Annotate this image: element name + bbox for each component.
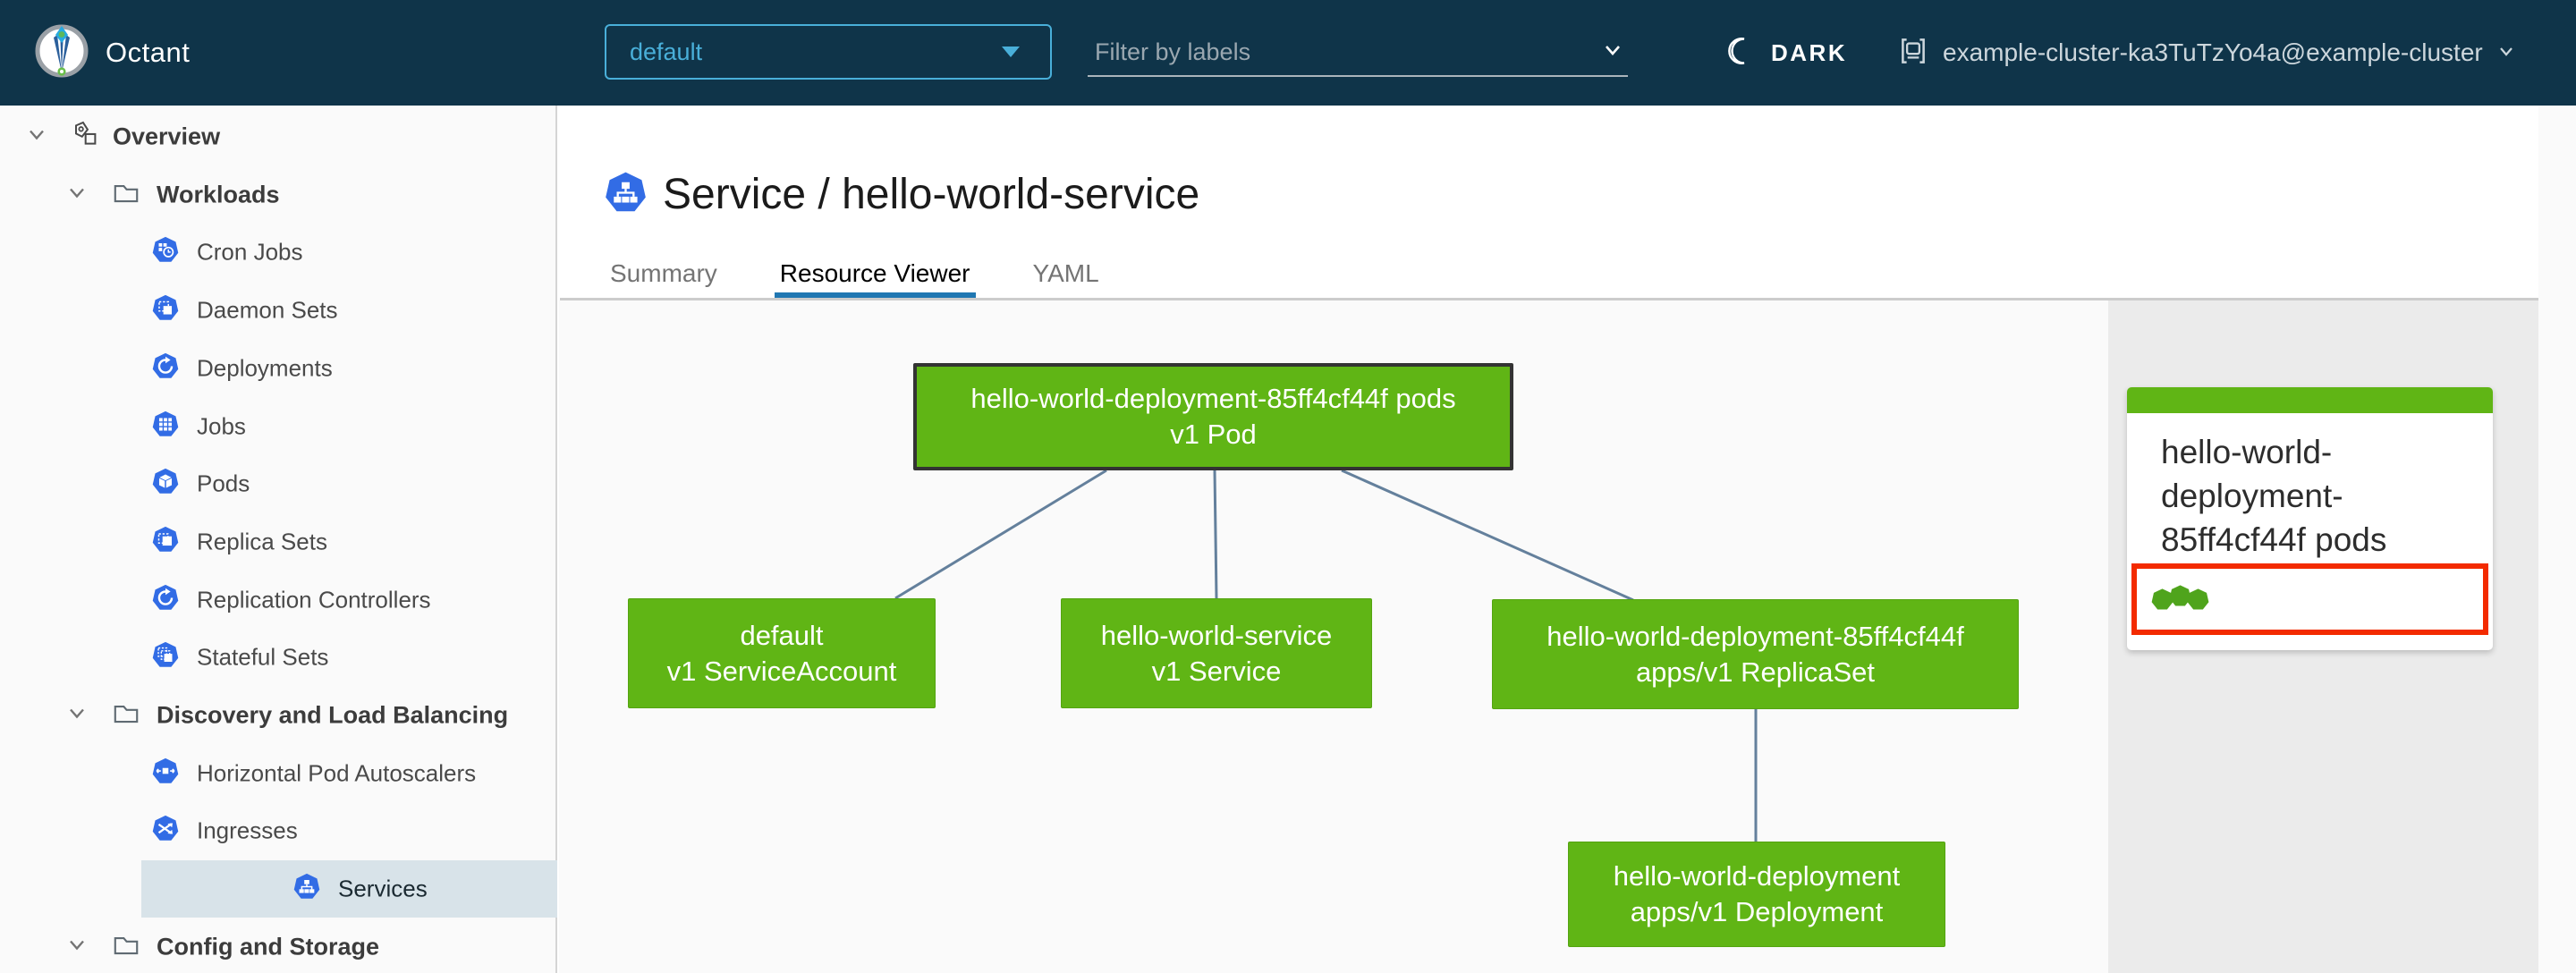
pod-ok-icon	[2187, 588, 2209, 610]
tab-resource-viewer[interactable]: Resource Viewer	[774, 254, 976, 298]
tab-summary[interactable]: Summary	[605, 254, 723, 298]
card-title: hello-world-deployment-85ff4cf44f pods	[2161, 434, 2387, 558]
cluster-icon	[1896, 34, 1930, 72]
header: Octant default Filter by labels DARK exa…	[0, 0, 2576, 106]
sidebar-item-label: Ingresses	[197, 816, 298, 844]
sidebar-item-label: Horizontal Pod Autoscalers	[197, 759, 477, 787]
card-status-bar	[2127, 387, 2493, 413]
graph-node-replicaset[interactable]: hello-world-deployment-85ff4cf44f apps/v1…	[1492, 599, 2019, 709]
graph-node-serviceaccount[interactable]: default v1 ServiceAccount	[628, 598, 936, 708]
sidebar-item-replica-sets[interactable]: Replica Sets	[0, 513, 557, 571]
sidebar-item-label: Jobs	[197, 412, 246, 440]
folder-icon	[111, 178, 141, 213]
sidebar-item-label: Stateful Sets	[197, 643, 329, 671]
cluster-context-selector[interactable]: example-cluster-ka3TuTzYo4a@example-clus…	[1896, 0, 2517, 106]
tab-bar: Summary Resource Viewer YAML	[605, 254, 1105, 298]
sidebar-item-services[interactable]: Services	[141, 860, 557, 918]
resource-detail-card[interactable]: hello-world-deployment-85ff4cf44f pods	[2127, 387, 2493, 650]
brand: Octant	[34, 0, 190, 106]
sidebar-item-horizontal-pod-autoscalers[interactable]: Horizontal Pod Autoscalers	[0, 745, 557, 802]
sidebar-item-workloads[interactable]: Workloads	[0, 166, 557, 224]
sidebar-item-jobs[interactable]: Jobs	[0, 398, 557, 455]
graph-node-deployment[interactable]: hello-world-deployment apps/v1 Deployment	[1568, 842, 1945, 947]
pod-status-highlight[interactable]	[2131, 563, 2488, 635]
theme-toggle-button[interactable]: DARK	[1724, 0, 1847, 106]
sidebar-item-label: Discovery and Load Balancing	[157, 701, 509, 729]
sidebar-item-label: Config and Storage	[157, 933, 379, 960]
sidebar-item-discovery-and-load-balancing[interactable]: Discovery and Load Balancing	[0, 687, 557, 744]
chevron-down-icon[interactable]	[63, 931, 91, 964]
sidebar-item-daemon-sets[interactable]: Daemon Sets	[0, 282, 557, 339]
pod-icon	[152, 468, 179, 500]
chevron-down-icon[interactable]	[1597, 35, 1628, 70]
folder-icon	[111, 698, 141, 733]
graph-node-pod[interactable]: hello-world-deployment-85ff4cf44f pods v1…	[913, 363, 1513, 470]
page-title: Service / hello-world-service	[663, 171, 1200, 218]
sidebar-item-ingresses[interactable]: Ingresses	[0, 802, 557, 859]
cronjob-icon	[152, 236, 179, 268]
sidebar-item-label: Replica Sets	[197, 528, 327, 555]
chevron-down-icon	[2496, 40, 2517, 66]
sidebar-item-label: Pods	[197, 470, 250, 497]
page-title-row: Service / hello-world-service	[605, 170, 1199, 219]
tab-yaml[interactable]: YAML	[1028, 254, 1105, 298]
replicationcontroller-icon	[152, 584, 179, 616]
graph-node-service[interactable]: hello-world-service v1 Service	[1061, 598, 1372, 708]
sidebar-item-pods[interactable]: Pods	[0, 455, 557, 512]
page-gutter	[2538, 106, 2576, 973]
chevron-down-icon[interactable]	[63, 179, 91, 212]
cluster-context-name: example-cluster-ka3TuTzYo4a@example-clus…	[1943, 38, 2483, 66]
sidebar-item-deployments[interactable]: Deployments	[0, 340, 557, 397]
service-icon	[293, 873, 320, 905]
octant-app: Octant default Filter by labels DARK exa…	[0, 0, 2576, 973]
applications-icon	[68, 119, 100, 156]
daemonset-icon	[152, 294, 179, 326]
folder-icon	[111, 930, 141, 965]
replicaset-icon	[152, 526, 179, 558]
sidebar-item-label: Daemon Sets	[197, 296, 338, 324]
sidebar-item-label: Services	[338, 875, 428, 902]
octant-logo-icon	[34, 23, 89, 83]
hpa-icon	[152, 757, 179, 790]
chevron-down-icon[interactable]	[22, 121, 51, 154]
sidebar-item-config-and-storage[interactable]: Config and Storage	[0, 918, 557, 973]
statefulset-icon	[152, 641, 179, 673]
label-filter-placeholder: Filter by labels	[1095, 38, 1251, 65]
sidebar-item-label: Cron Jobs	[197, 238, 303, 266]
sidebar-item-label: Replication Controllers	[197, 586, 431, 613]
label-filter-input[interactable]: Filter by labels	[1088, 29, 1628, 77]
namespace-value: default	[630, 38, 703, 65]
deployment-icon	[152, 352, 179, 385]
sidebar-item-replication-controllers[interactable]: Replication Controllers	[0, 571, 557, 629]
sidebar-item-cron-jobs[interactable]: Cron Jobs	[0, 224, 557, 281]
theme-toggle-label: DARK	[1771, 38, 1848, 66]
chevron-down-icon	[1002, 47, 1020, 57]
service-kind-icon	[605, 172, 647, 218]
sidebar-item-overview[interactable]: Overview	[0, 108, 557, 165]
sidebar: Overview Workloads Cron Jobs Daemon Sets Dep…	[0, 106, 557, 973]
sidebar-item-label: Deployments	[197, 354, 333, 382]
namespace-selector[interactable]: default	[605, 24, 1052, 80]
job-icon	[152, 410, 179, 443]
ingress-icon	[152, 815, 179, 847]
pod-status-dots	[2151, 584, 2209, 611]
sidebar-item-stateful-sets[interactable]: Stateful Sets	[0, 629, 557, 686]
chevron-down-icon[interactable]	[63, 699, 91, 732]
app-title: Octant	[106, 37, 191, 68]
moon-icon	[1724, 35, 1757, 72]
sidebar-item-label: Overview	[113, 123, 221, 150]
sidebar-item-label: Workloads	[157, 181, 280, 208]
tab-divider	[560, 298, 2538, 300]
